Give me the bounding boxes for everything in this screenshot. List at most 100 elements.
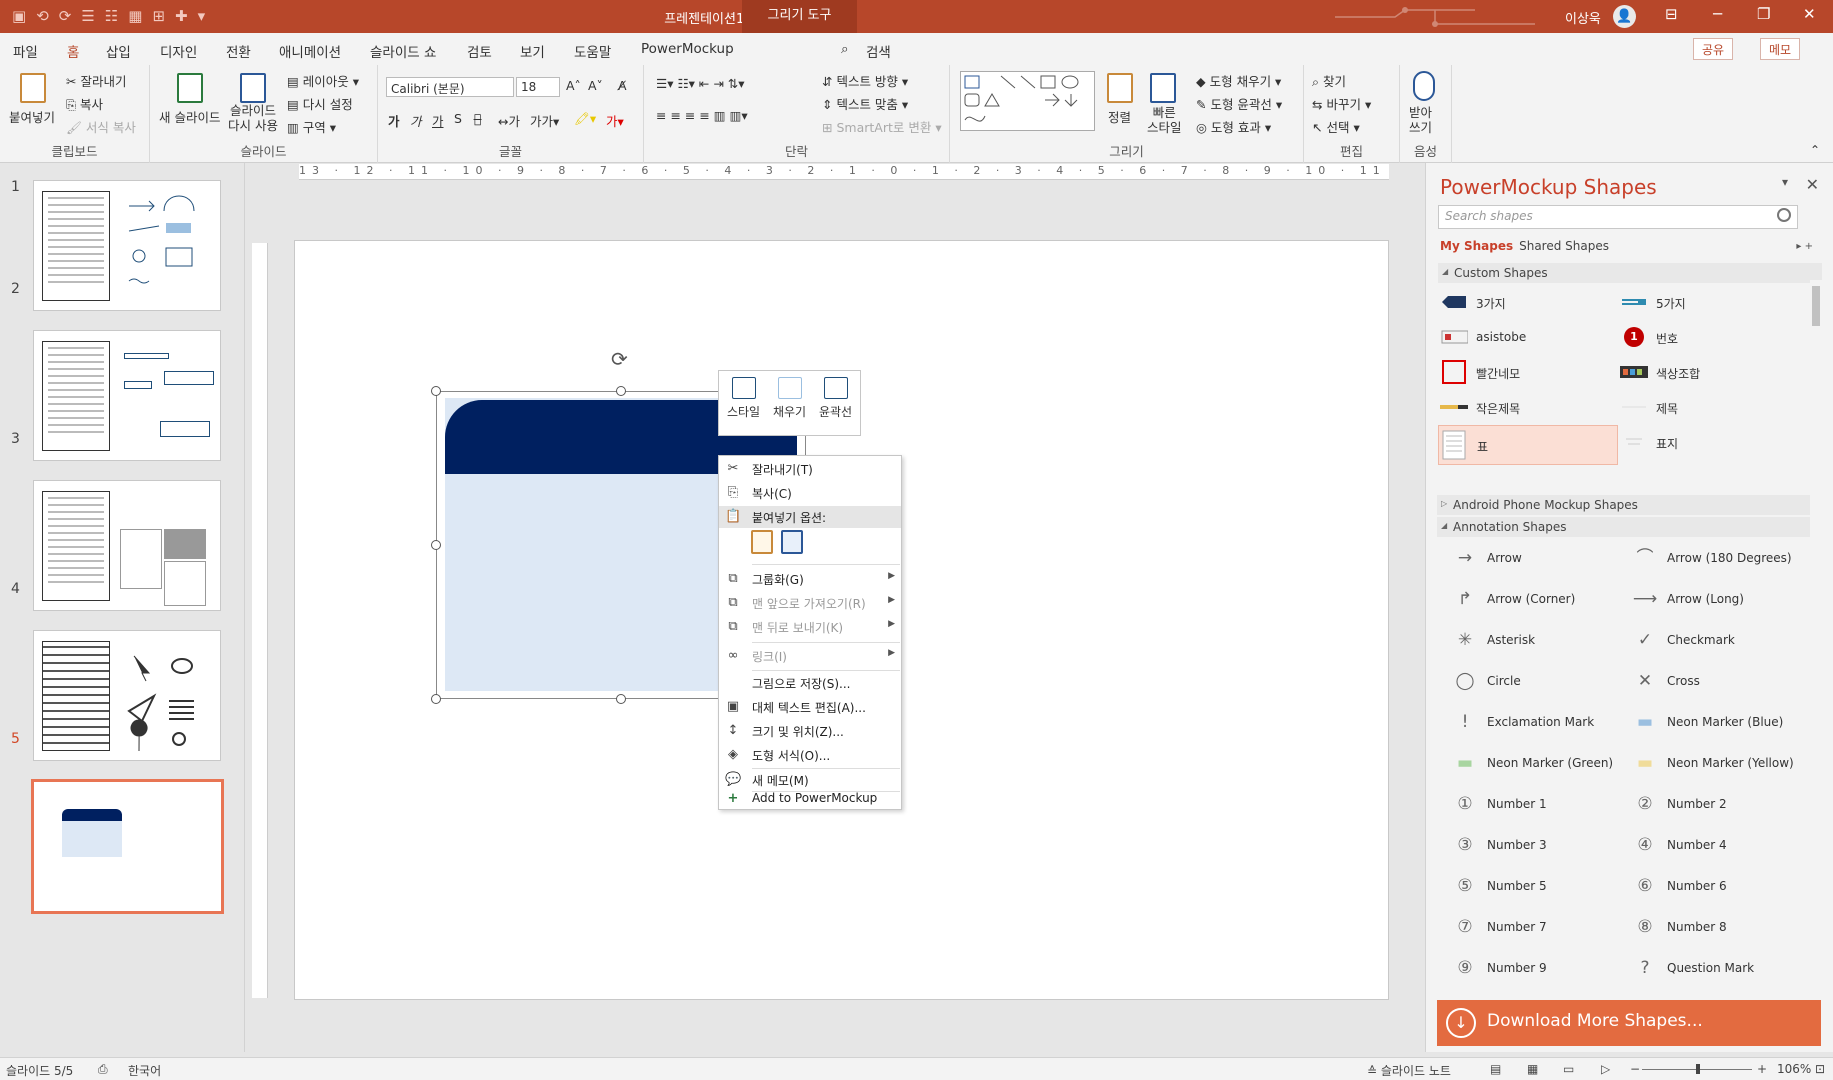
download-more-shapes-button[interactable]: ↓ Download More Shapes... bbox=[1437, 1000, 1821, 1046]
clear-format-icon[interactable]: A̸ bbox=[618, 78, 627, 93]
menu-format-shape[interactable]: ◈ 도형 서식(O)... bbox=[719, 744, 901, 766]
pane-options-icon[interactable]: ▾ bbox=[1782, 175, 1788, 189]
shape-search-input[interactable]: Search shapes bbox=[1438, 205, 1798, 229]
shape-gallery[interactable] bbox=[960, 71, 1095, 131]
shape-item[interactable]: 표지 bbox=[1618, 425, 1788, 460]
new-slide-button[interactable]: 새 슬라이드 bbox=[159, 107, 220, 126]
section-custom-shapes[interactable]: Custom Shapes bbox=[1438, 263, 1822, 283]
tab-shared-shapes[interactable]: Shared Shapes bbox=[1519, 239, 1609, 253]
slide-thumbnail-3[interactable] bbox=[33, 480, 221, 611]
resize-handle-bm[interactable] bbox=[616, 694, 626, 704]
menu-cut[interactable]: ✂ 잘라내기(T) bbox=[719, 458, 901, 480]
annotation-item[interactable]: ④ Number 4 bbox=[1629, 828, 1799, 863]
tab-transitions[interactable]: 전환 bbox=[226, 41, 251, 61]
spellcheck-icon[interactable]: ⎙ bbox=[98, 1062, 108, 1077]
scrollbar-thumb[interactable] bbox=[1812, 286, 1820, 326]
resize-handle-bl[interactable] bbox=[431, 694, 441, 704]
reset-button[interactable]: ▤ 다시 설정 bbox=[287, 94, 353, 113]
annotation-item[interactable]: ? Question Mark bbox=[1629, 951, 1799, 986]
shape-fill-button[interactable]: ◆ 도형 채우기 ▾ bbox=[1196, 71, 1281, 90]
resize-handle-tl[interactable] bbox=[431, 386, 441, 396]
style-button[interactable]: 스타일 bbox=[721, 375, 766, 420]
tab-help[interactable]: 도움말 bbox=[574, 41, 611, 61]
reading-view-icon[interactable]: ▭ bbox=[1563, 1062, 1574, 1076]
annotation-item[interactable]: ⟶ Arrow (Long) bbox=[1629, 582, 1799, 617]
font-name-combo[interactable]: Calibri (본문) bbox=[386, 77, 514, 97]
annotation-item[interactable]: ⑤ Number 5 bbox=[1449, 869, 1619, 904]
find-button[interactable]: ⌕ 찾기 bbox=[1312, 71, 1346, 90]
tab-review[interactable]: 검토 bbox=[467, 41, 492, 61]
grow-font-icon[interactable]: A˄ bbox=[566, 78, 581, 93]
arrange-button[interactable]: 정렬 bbox=[1108, 107, 1131, 126]
annotation-item[interactable]: ✕ Cross bbox=[1629, 664, 1799, 699]
collapse-ribbon-icon[interactable]: ⌃ bbox=[1810, 143, 1820, 157]
annotation-item[interactable]: ⌒ Arrow (180 Degrees) bbox=[1629, 541, 1799, 576]
quick-styles-button[interactable]: 빠른 스타일 bbox=[1147, 105, 1182, 135]
strikethrough-icon[interactable]: 가̶ bbox=[474, 111, 482, 126]
shadow-icon[interactable]: S bbox=[454, 111, 462, 126]
zoom-level[interactable]: 106% bbox=[1777, 1062, 1811, 1076]
slide-thumbnail-2[interactable] bbox=[33, 330, 221, 461]
case-icon[interactable]: 가가▾ bbox=[530, 111, 559, 130]
cut-button[interactable]: ✂ 잘라내기 bbox=[66, 71, 126, 90]
reuse-slides-button[interactable]: 슬라이드 다시 사용 bbox=[228, 103, 278, 133]
slideshow-view-icon[interactable]: ▷ bbox=[1601, 1062, 1610, 1076]
align-icons[interactable]: ≡ ≡ ≡ ≡ ▥ ▥▾ bbox=[656, 108, 748, 123]
tab-insert[interactable]: 삽입 bbox=[106, 41, 131, 61]
maximize-icon[interactable]: ❐ bbox=[1757, 5, 1770, 23]
ribbon-display-icon[interactable]: ⊟ bbox=[1665, 5, 1678, 23]
menu-group[interactable]: ⧉ 그룹화(G) ▶ bbox=[719, 568, 901, 590]
slide-thumbnail-4[interactable] bbox=[33, 630, 221, 761]
tab-powermockup[interactable]: PowerMockup bbox=[641, 41, 734, 57]
slide-sorter-icon[interactable]: ▦ bbox=[1527, 1062, 1538, 1076]
language-indicator[interactable]: 한국어 bbox=[128, 1062, 161, 1079]
fill-button[interactable]: 채우기 bbox=[767, 375, 812, 420]
annotation-item[interactable]: ▬ Neon Marker (Yellow) bbox=[1629, 746, 1799, 781]
menu-send-back[interactable]: ⧉ 맨 뒤로 보내기(K) ▶ bbox=[719, 616, 901, 638]
annotation-item[interactable]: ✳ Asterisk bbox=[1449, 623, 1619, 658]
section-android-shapes[interactable]: Android Phone Mockup Shapes bbox=[1437, 495, 1821, 515]
annotation-item[interactable]: ⑨ Number 9 bbox=[1449, 951, 1619, 986]
annotation-item[interactable]: ② Number 2 bbox=[1629, 787, 1799, 822]
highlight-icon[interactable]: 🖍▾ bbox=[574, 111, 596, 127]
annotation-item[interactable]: ✓ Checkmark bbox=[1629, 623, 1799, 658]
shape-item[interactable]: 색상조합 bbox=[1618, 355, 1788, 390]
outline-button[interactable]: 윤곽선 bbox=[813, 375, 858, 420]
tab-design[interactable]: 디자인 bbox=[160, 41, 197, 61]
bold-icon[interactable]: 가 bbox=[388, 111, 400, 130]
annotation-item[interactable]: ⑧ Number 8 bbox=[1629, 910, 1799, 945]
pane-scrollbar[interactable] bbox=[1810, 280, 1822, 995]
menu-add-powermockup[interactable]: + Add to PowerMockup bbox=[719, 788, 901, 810]
align-text-button[interactable]: ⇕ 텍스트 맞춤 ▾ bbox=[822, 94, 908, 113]
zoom-out-icon[interactable]: − bbox=[1630, 1062, 1640, 1076]
normal-view-icon[interactable]: ▤ bbox=[1490, 1062, 1501, 1076]
pane-close-icon[interactable]: ✕ bbox=[1806, 175, 1819, 194]
shape-item-selected[interactable]: 표 bbox=[1438, 425, 1618, 465]
underline-icon[interactable]: 가 bbox=[432, 111, 444, 130]
shape-item[interactable]: asistobe bbox=[1438, 320, 1608, 355]
menu-size-position[interactable]: ↕ 크기 및 위치(Z)... bbox=[719, 720, 901, 742]
spacing-icon[interactable]: ↔가 bbox=[498, 111, 520, 130]
annotation-item[interactable]: ③ Number 3 bbox=[1449, 828, 1619, 863]
replace-button[interactable]: ⇆ 바꾸기 ▾ bbox=[1312, 94, 1371, 113]
tab-file[interactable]: 파일 bbox=[13, 41, 38, 61]
annotation-item[interactable]: ▬ Neon Marker (Green) bbox=[1449, 746, 1619, 781]
bullets-icon[interactable]: ☰▾ ☷▾ ⇤ ⇥ ⇅▾ bbox=[656, 76, 745, 91]
tab-animations[interactable]: 애니메이션 bbox=[279, 41, 341, 61]
annotation-item[interactable]: ① Number 1 bbox=[1449, 787, 1619, 822]
rotate-handle-icon[interactable]: ⟳ bbox=[611, 347, 628, 371]
section-annotation-shapes[interactable]: Annotation Shapes bbox=[1437, 517, 1821, 537]
tab-slideshow[interactable]: 슬라이드 쇼 bbox=[370, 41, 436, 61]
slide-thumbnail-5[interactable] bbox=[31, 779, 224, 914]
annotation-item[interactable]: ⑦ Number 7 bbox=[1449, 910, 1619, 945]
resize-handle-ml[interactable] bbox=[431, 540, 441, 550]
comments-button[interactable]: 메모 bbox=[1760, 38, 1801, 60]
paste-keep-format-icon[interactable] bbox=[751, 530, 773, 554]
annotation-item[interactable]: ! Exclamation Mark bbox=[1449, 705, 1619, 740]
annotation-item[interactable]: ↱ Arrow (Corner) bbox=[1449, 582, 1619, 617]
paste-button[interactable]: 붙여넣기 bbox=[9, 107, 55, 126]
search-icon[interactable] bbox=[1777, 208, 1791, 222]
shape-effects-button[interactable]: ◎ 도형 효과 ▾ bbox=[1196, 117, 1271, 136]
notes-button[interactable]: ≙ 슬라이드 노트 bbox=[1367, 1062, 1451, 1079]
tab-search[interactable]: 검색 bbox=[866, 41, 891, 61]
